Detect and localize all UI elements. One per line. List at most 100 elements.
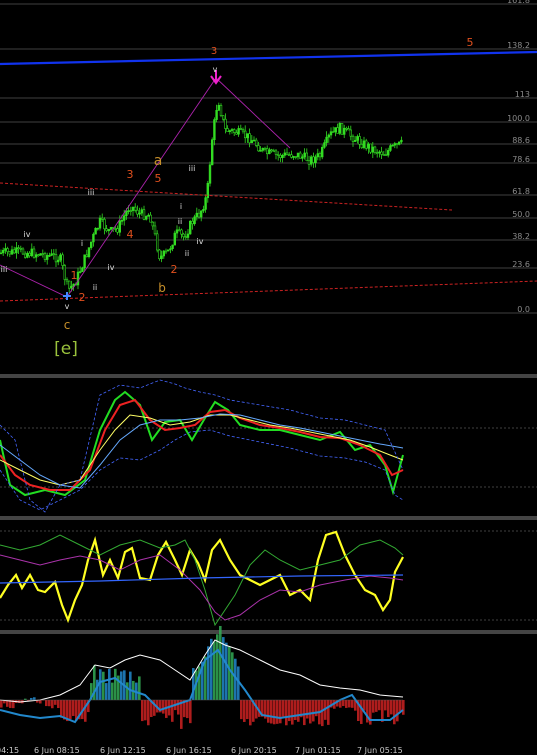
histogram-bar — [399, 700, 402, 712]
wave-label: iv — [197, 237, 204, 246]
fib-label: 61.8 — [512, 187, 530, 196]
wave-label: a — [154, 153, 163, 169]
candle-body — [178, 229, 181, 232]
histogram-bar — [345, 700, 348, 708]
candle-body — [329, 131, 333, 136]
candle-body — [367, 143, 370, 149]
histogram-bar — [288, 700, 291, 722]
candle-body — [167, 249, 170, 252]
candle-body — [1, 249, 5, 254]
candle-body — [397, 141, 401, 145]
candle-body — [356, 136, 359, 141]
candle-body — [109, 227, 113, 230]
candle-body — [125, 210, 128, 217]
histogram-bar — [363, 700, 366, 711]
candle-body — [239, 128, 242, 130]
candle-body — [34, 254, 38, 258]
candle-body — [283, 152, 286, 156]
wave-label: 4 — [127, 228, 134, 241]
histogram-bar — [231, 652, 234, 700]
candle-body — [65, 279, 69, 282]
candle-body — [364, 140, 368, 149]
candle-body — [353, 139, 357, 142]
wave-label: v — [213, 65, 218, 74]
histogram-bar — [351, 700, 354, 708]
histogram-bar — [219, 625, 222, 700]
candle-body — [323, 142, 326, 148]
candle-body — [208, 164, 212, 184]
candle-body — [45, 255, 49, 260]
candle-body — [193, 216, 196, 225]
candle-body — [85, 254, 89, 257]
candle-body — [28, 252, 31, 256]
time-axis-label: 7 Jun 05:15 — [357, 746, 403, 755]
histogram-bar — [129, 671, 132, 700]
wave-label: iv — [24, 230, 31, 239]
wave-label: ii — [178, 217, 182, 226]
histogram-bar — [309, 700, 312, 724]
candle-body — [250, 140, 253, 144]
candle-body — [228, 130, 231, 132]
histogram-bar — [57, 700, 60, 709]
histogram-bar — [138, 676, 141, 700]
candle-body — [23, 253, 27, 258]
candle-body — [307, 160, 311, 165]
histogram-bar — [393, 700, 396, 725]
candle-body — [138, 212, 141, 215]
candle-body — [327, 134, 330, 138]
wave-label: [e] — [54, 339, 78, 359]
histogram-bar — [246, 700, 249, 720]
candle-body — [255, 139, 258, 146]
candle-body — [103, 218, 106, 230]
histogram-bar — [105, 683, 108, 700]
histogram-bar — [216, 634, 219, 700]
wave-label: 2 — [79, 291, 86, 304]
histogram-bar — [147, 700, 150, 726]
candle-body — [393, 143, 396, 146]
candle-body — [342, 127, 346, 135]
candle-body — [195, 212, 198, 218]
histogram-bar — [306, 700, 309, 719]
candle-body — [336, 127, 339, 134]
candle-body — [107, 229, 111, 232]
candle-body — [233, 129, 236, 133]
candle-body — [48, 255, 51, 257]
candle-body — [90, 241, 93, 248]
candle-body — [79, 271, 82, 273]
histogram-bar — [312, 700, 315, 722]
histogram-bar — [276, 700, 279, 724]
candle-body — [61, 254, 64, 266]
wave-label: 3 — [127, 168, 134, 181]
candle-body — [378, 151, 381, 154]
wave-label: 5 — [155, 172, 162, 185]
candle-body — [285, 152, 289, 155]
candle-body — [10, 249, 14, 255]
histogram-bar — [360, 700, 363, 724]
histogram-bar — [120, 671, 123, 700]
candle-body — [213, 119, 216, 141]
histogram-bar — [126, 682, 129, 700]
candle-body — [147, 214, 150, 217]
candle-body — [347, 128, 350, 131]
candle-body — [257, 145, 260, 152]
time-axis-label: 04:15 — [0, 746, 19, 755]
histogram-bar — [396, 700, 399, 722]
candle-body — [151, 221, 154, 227]
candle-body — [272, 150, 275, 153]
candle-body — [296, 152, 300, 158]
candle-body — [162, 250, 165, 257]
histogram-bar — [225, 642, 228, 700]
time-axis-label: 7 Jun 01:15 — [295, 746, 341, 755]
fib-label: 50.0 — [512, 210, 530, 219]
candle-body — [217, 104, 220, 111]
candle-body — [118, 220, 122, 233]
histogram-bar — [303, 700, 306, 726]
candle-body — [17, 247, 20, 249]
candle-body — [186, 233, 190, 238]
histogram-bar — [291, 700, 294, 725]
candle-body — [8, 251, 11, 255]
candle-body — [37, 254, 40, 256]
wave-label: ii — [185, 249, 189, 258]
fib-label: 0.0 — [517, 305, 530, 314]
candle-body — [26, 252, 29, 258]
